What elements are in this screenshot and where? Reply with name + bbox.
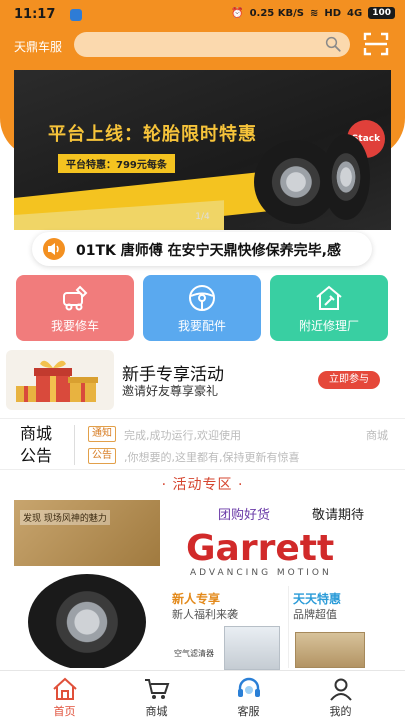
search-icon[interactable] [324, 35, 342, 53]
announcement-heading-line2: 公告 [20, 446, 53, 465]
newcomer-promo-card[interactable]: 新手专享活动 邀请好友尊享豪礼 立即参与 [0, 348, 405, 412]
divider [74, 425, 75, 465]
home-icon [53, 677, 77, 700]
gift-image [6, 350, 114, 410]
notice-marquee[interactable]: 01TK 唐师傅 在安宁天鼎快修保养完毕,感 [32, 232, 372, 266]
activity-section-title: · 活动专区 · [161, 477, 244, 493]
tab-label: 商城 [145, 705, 168, 718]
announcement-tag: 公告 [88, 448, 116, 464]
tile-label: 我要修车 [50, 319, 99, 333]
status-time: 11:17 [14, 7, 56, 22]
notice-text: 01TK 唐师傅 在安宁天鼎快修保养完毕,感 [76, 243, 341, 259]
tab-label: 我的 [329, 705, 352, 718]
announcement-line: ,你想要的,这里都有,保持更新有惊喜 [124, 451, 300, 464]
tire-promo-card[interactable]: 发现 现场风神的魅力 [14, 500, 160, 668]
status-bar: 11:17 ⏰ 0.25 KB/S ≋ HD 4G 100 [0, 0, 405, 28]
tile-label: 附近修理厂 [298, 319, 359, 333]
product-box-image [295, 632, 365, 668]
banner-pager: 1/4 [195, 212, 210, 222]
air-filter-image [224, 626, 280, 670]
brand-name: 天鼎车服 [14, 40, 63, 54]
garrett-logo[interactable]: Garrett [186, 528, 334, 569]
net-speed: 0.25 KB/S [249, 7, 304, 19]
announcement-heading-line1: 商城 [20, 424, 53, 443]
tab-service[interactable]: 客服 [198, 671, 299, 720]
gift-icon [16, 360, 98, 402]
daily-deal-title: 天天特惠 [293, 592, 342, 606]
search-input[interactable] [74, 32, 350, 57]
network-type: HD [324, 7, 342, 19]
garage-icon [316, 285, 342, 310]
repair-car-button[interactable]: 我要修车 [16, 275, 134, 341]
battery-icon: 100 [368, 7, 395, 19]
status-indicators: ⏰ 0.25 KB/S ≋ HD 4G 100 [231, 7, 395, 19]
speaker-icon [43, 238, 65, 260]
join-now-button[interactable]: 立即参与 [318, 371, 380, 389]
promo-banner[interactable]: 平台上线：轮胎限时特惠 平台特惠：799元每条 Stack 1/4 [14, 70, 391, 230]
steering-wheel-icon [189, 285, 215, 311]
newcomer-card[interactable]: 新人专享 新人福利来袭 空气滤清器 [168, 586, 282, 670]
promo-subtitle: 邀请好友尊享豪礼 [122, 384, 219, 398]
notification-icon [70, 9, 82, 21]
banner-title: 平台上线：轮胎限时特惠 [48, 124, 257, 145]
garrett-tagline: ADVANCING MOTION [190, 568, 332, 578]
bottom-tab-bar: 首页 商城 客服 我的 [0, 670, 405, 720]
tire-image [322, 134, 370, 220]
headset-icon [238, 677, 260, 697]
coming-soon-title: 敬请期待 [312, 508, 365, 523]
signal-icon: 4G [347, 7, 363, 19]
cart-icon [145, 679, 170, 699]
banner-subtitle: 平台特惠：799元每条 [58, 154, 175, 173]
newcomer-title: 新人专享 [172, 592, 221, 606]
wifi-icon: ≋ [309, 7, 319, 19]
announcement-heading: 商城 公告 [20, 423, 52, 467]
tile-label: 我要配件 [177, 319, 226, 333]
tab-home[interactable]: 首页 [14, 671, 115, 720]
tab-profile[interactable]: 我的 [290, 671, 391, 720]
daily-deal-card[interactable]: 天天特惠 品牌超值 [288, 586, 398, 668]
tire-image [28, 574, 146, 668]
tab-label: 首页 [53, 705, 76, 718]
alarm-icon: ⏰ [231, 7, 244, 19]
announcement-line: 完成,成功运行,欢迎使用 [124, 429, 241, 442]
nearby-garage-button[interactable]: 附近修理厂 [270, 275, 388, 341]
tab-mall[interactable]: 商城 [106, 671, 207, 720]
repair-icon [63, 285, 88, 311]
group-buy-title[interactable]: 团购好货 [218, 504, 270, 523]
scan-icon[interactable] [363, 32, 389, 56]
daily-deal-subtitle: 品牌超值 [293, 608, 337, 621]
tab-label: 客服 [237, 705, 260, 718]
announcement-extra: 商城 [366, 429, 388, 442]
parts-button[interactable]: 我要配件 [143, 275, 261, 341]
tire-card-caption: 发现 现场风神的魅力 [20, 510, 110, 525]
activity-grid: 发现 现场风神的魅力 团购好货 敬请期待 Garrett ADVANCING M… [0, 496, 405, 670]
notice-tag: 通知 [88, 426, 116, 442]
mall-announcement[interactable]: 商城 公告 通知 完成,成功运行,欢迎使用 商城 公告 ,你想要的,这里都有,保… [0, 418, 405, 470]
newcomer-subtitle: 新人福利来袭 [172, 608, 238, 621]
air-filter-label: 空气滤清器 [174, 649, 214, 658]
profile-icon [330, 678, 352, 701]
